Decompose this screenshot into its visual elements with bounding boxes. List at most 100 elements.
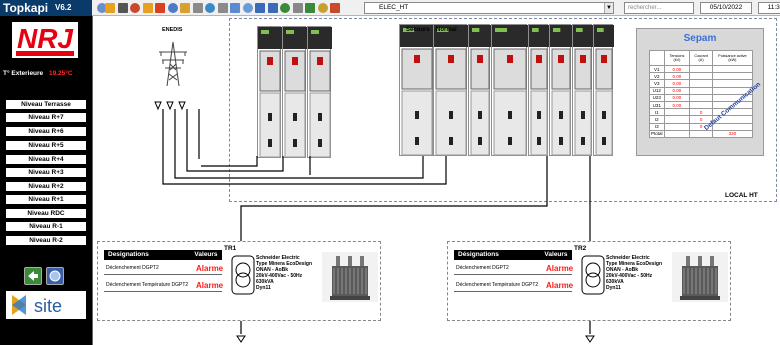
view-select[interactable]: ELEC_HT ▼ <box>364 2 614 14</box>
sepam-cell-tension: 0.00 <box>663 72 691 81</box>
level-button[interactable]: Niveau R+6 <box>6 127 86 136</box>
arrow-icon[interactable] <box>305 3 315 13</box>
sepam-title: Sepam <box>683 33 717 44</box>
sepam-header-tension: Tensions (kV) <box>663 50 691 66</box>
sepam-row: V1 0.00 <box>649 64 754 74</box>
tr2-specs: Schneider Electric Type Minera EcoDesign… <box>606 255 662 292</box>
sepam-cell-label: Ptotal <box>649 129 665 138</box>
tr1-values-header: Valeurs <box>190 250 222 260</box>
sepam-header-blank <box>649 50 665 66</box>
level-button[interactable]: Niveau R+3 <box>6 168 86 177</box>
sepam-cell-tension: 0.00 <box>663 79 691 88</box>
sepam-cell-label: V2 <box>649 72 665 81</box>
level-button[interactable]: Niveau RDC <box>6 209 86 218</box>
tr1-specs: Schneider Electric Type Minera EcoDesign… <box>256 255 312 292</box>
puzzle-icon[interactable] <box>330 3 340 13</box>
back-button[interactable] <box>24 267 42 285</box>
date-display: 05/10/2022 <box>700 2 752 14</box>
globe-icon[interactable] <box>205 3 215 13</box>
level-button[interactable]: Niveau Terrasse <box>6 100 86 109</box>
tr2-row-temp-label: Déclenchement Température DGPT2 <box>456 282 539 288</box>
synoptic-area: LOCAL HT ENEDIS Secours Normal Sepam Ten… <box>92 16 780 345</box>
sepam-cell-label: V1 <box>649 64 665 74</box>
tr1-designations-header: Designations <box>104 250 190 260</box>
sepam-cell-tension <box>663 108 691 117</box>
network-icon[interactable] <box>317 3 328 13</box>
sepam-cell-courant <box>689 79 713 88</box>
list-icon[interactable] <box>167 3 178 13</box>
back-arrow-icon <box>28 271 38 281</box>
sepam-cell-tension: 0.00 <box>663 100 691 110</box>
print-icon[interactable] <box>117 3 128 13</box>
sepam-row: I3 0 <box>649 122 754 131</box>
tr2-designations-header: Désignations <box>454 250 540 260</box>
sepam-header-courant: Courant (A) <box>689 50 713 66</box>
sepam-cell-puissance <box>711 72 754 81</box>
sepam-cell-courant <box>689 129 713 138</box>
zoom-in-icon[interactable] <box>255 3 265 13</box>
app-name: Topkapi <box>3 1 49 15</box>
sepam-cell-puissance <box>711 79 754 88</box>
level-button[interactable]: Niveau R-1 <box>6 222 86 231</box>
time-display: 11:39:39 <box>758 2 780 14</box>
sepam-cell-tension <box>663 129 691 138</box>
sepam-cell-label: U12 <box>649 86 665 95</box>
tr2-photo <box>672 252 728 302</box>
log-icon[interactable] <box>142 3 153 13</box>
refresh-icon[interactable] <box>280 3 290 13</box>
sepam-cell-label: V3 <box>649 79 665 88</box>
folder-icon[interactable] <box>180 3 190 13</box>
sepam-row: V2 0.00 <box>649 72 754 81</box>
svg-text:site: site <box>34 296 62 316</box>
level-button[interactable]: Niveau R+4 <box>6 155 86 164</box>
sepam-cell-puissance <box>711 122 754 131</box>
home-button[interactable] <box>46 267 64 285</box>
pin-icon[interactable] <box>292 3 303 13</box>
sepam-cell-puissance <box>711 64 754 74</box>
app-brand: Topkapi V6.2 <box>0 0 92 16</box>
tr2-spec-coupling: Dyn11 <box>606 285 621 292</box>
doc-icon[interactable] <box>230 3 240 13</box>
tr2-name: TR2 <box>574 245 587 252</box>
sepam-cell-courant <box>689 72 713 81</box>
grid-icon[interactable] <box>192 3 203 13</box>
sepam-row: I1 0 <box>649 108 754 117</box>
sepam-cell-label: U31 <box>649 100 665 110</box>
sepam-cell-tension: 0.00 <box>663 93 691 102</box>
sepam-row: V3 0.00 <box>649 79 754 88</box>
level-button[interactable]: Niveau R+7 <box>6 113 86 122</box>
sepam-panel: Sepam Tensions (kV) Courant (A) Puissanc… <box>636 28 764 156</box>
sepam-cell-courant <box>689 64 713 74</box>
alarm-icon[interactable] <box>155 3 165 13</box>
level-button[interactable]: Niveau R+2 <box>6 182 86 191</box>
temp-value: 19.25°C <box>48 70 73 77</box>
svg-text:NRJ: NRJ <box>17 23 74 54</box>
window-icon[interactable] <box>242 3 253 13</box>
sepam-header-puissance: Puissance active (kW) <box>711 50 754 66</box>
tr2-panel: Désignations Valeurs Déclenchement DGPT2… <box>447 241 731 321</box>
home-icon[interactable] <box>105 3 115 13</box>
sepam-cell-label: I3 <box>649 122 665 131</box>
sidebar: Topkapi V6.2 NRJ T° Exterieure 19.25°C N… <box>0 0 92 345</box>
sepam-cell-courant <box>689 86 713 95</box>
sepam-cell-label: I1 <box>649 108 665 117</box>
home-icon <box>49 270 61 282</box>
outdoor-temperature: T° Exterieure 19.25°C <box>3 70 73 77</box>
sepam-cell-label: U23 <box>649 93 665 102</box>
zoom-out-icon[interactable] <box>267 3 278 13</box>
sepam-cell-tension <box>663 122 691 131</box>
sepam-cell-courant <box>689 93 713 102</box>
site-logo: site <box>6 291 86 319</box>
transformer-symbol-icon <box>231 255 255 295</box>
tr1-temp-alarm: Alarme <box>196 281 224 290</box>
chart-icon[interactable] <box>130 3 140 13</box>
tr1-spec-coupling: Dyn11 <box>256 285 271 292</box>
level-button[interactable]: Niveau R-2 <box>6 236 86 245</box>
nrj-logo: NRJ <box>12 22 78 58</box>
level-button[interactable]: Niveau R+1 <box>6 195 86 204</box>
clock-icon[interactable] <box>217 3 228 13</box>
sepam-cell-courant: 0 <box>689 108 713 117</box>
search-input[interactable]: rechercher... <box>624 2 694 14</box>
tr1-panel: Designations Valeurs Déclenchement DGPT2… <box>97 241 381 321</box>
level-button[interactable]: Niveau R+5 <box>6 141 86 150</box>
